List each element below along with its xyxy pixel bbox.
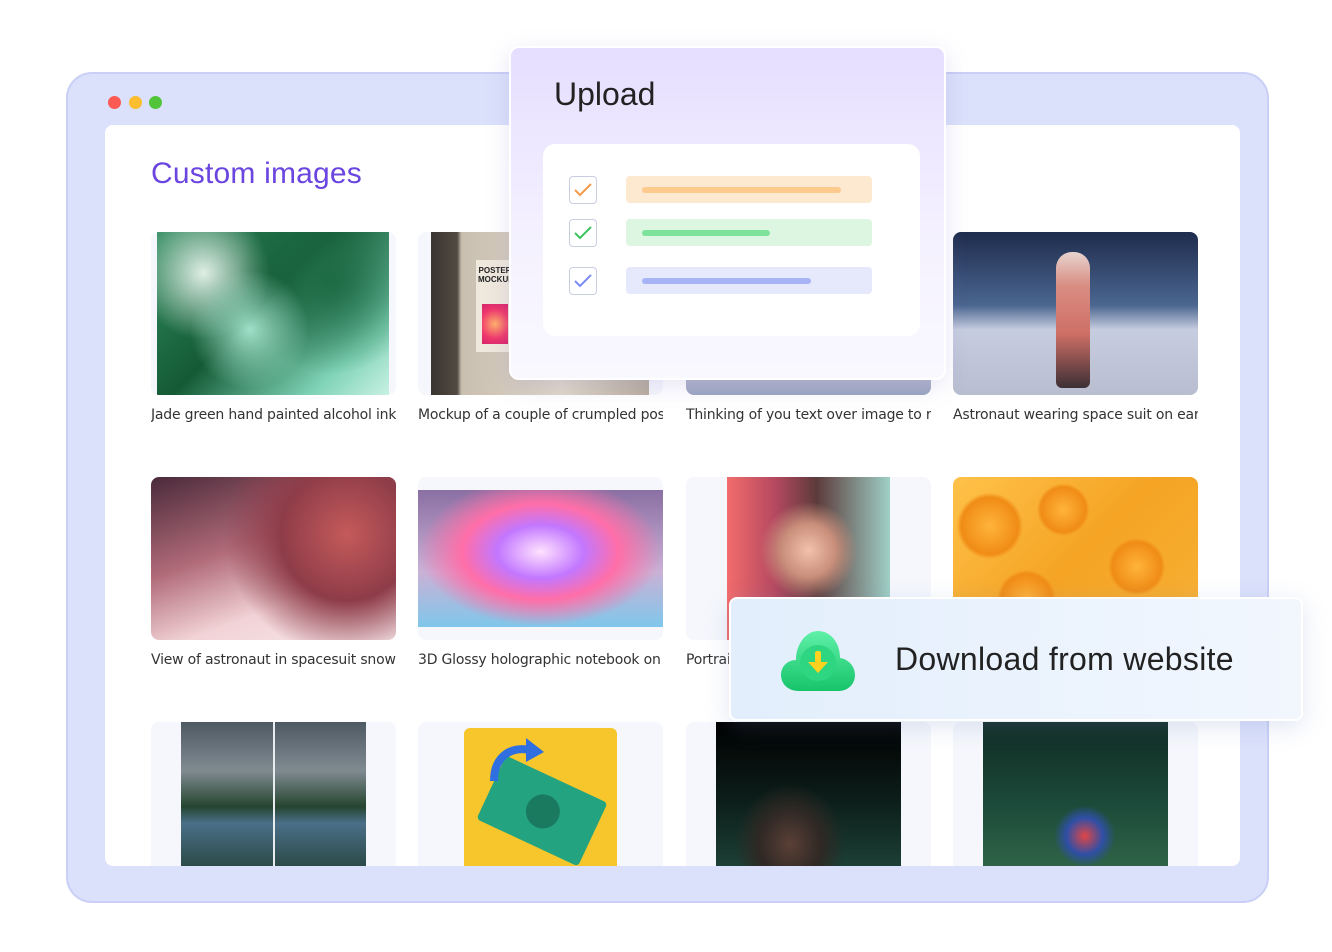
image-thumbnail[interactable] [953,232,1198,395]
poster-text: POSTER MOCKUP [478,266,514,284]
upload-progress-fill [642,187,841,193]
astronaut-figure [1056,252,1090,388]
image-card[interactable] [953,722,1198,866]
upload-progress-bar [626,219,872,246]
image-caption: Jade green hand painted alcohol ink ... [151,407,396,423]
upload-panel: Upload [509,46,946,380]
checkbox[interactable] [569,176,597,204]
close-window-button[interactable] [108,96,121,109]
astronaut-snowboard-image [151,477,396,640]
upload-row [569,176,874,204]
checkmark-icon [574,226,592,240]
image-thumbnail[interactable] [418,722,663,866]
image-card[interactable]: Jade green hand painted alcohol ink ... [151,232,396,423]
page-title: Custom images [151,157,363,190]
image-card[interactable] [151,722,396,866]
image-thumbnail[interactable] [151,722,396,866]
download-panel[interactable]: Download from website [729,597,1303,721]
image-thumbnail[interactable] [151,232,396,395]
astronaut-image [953,232,1198,395]
image-caption: View of astronaut in spacesuit snowb... [151,652,396,668]
image-card[interactable] [686,722,931,866]
maximize-window-button[interactable] [149,96,162,109]
download-label: Download from website [895,641,1234,677]
money-exchange-image [464,728,617,866]
mountain-lake-image [181,722,366,866]
image-thumbnail[interactable] [686,722,931,866]
arrow-icon [490,738,544,782]
checkmark-icon [574,274,592,288]
cloud-download-icon [781,631,855,691]
image-caption: Astronaut wearing space suit on earth [953,407,1198,423]
upload-title: Upload [554,76,656,112]
checkbox[interactable] [569,219,597,247]
image-caption: 3D Glossy holographic notebook on ... [418,652,663,668]
image-card[interactable]: View of astronaut in spacesuit snowb... [151,477,396,668]
green-alcohol-ink-image [157,232,389,395]
upload-list [543,144,920,336]
checkbox[interactable] [569,267,597,295]
upload-progress-bar [626,267,872,294]
image-thumbnail[interactable] [953,722,1198,866]
upload-row [569,219,874,247]
image-card[interactable]: 3D Glossy holographic notebook on ... [418,477,663,668]
upload-progress-bar [626,176,872,203]
image-caption: Mockup of a couple of crumpled pos... [418,407,663,423]
coffee-cup-image [716,722,901,866]
checkmark-icon [574,183,592,197]
minimize-window-button[interactable] [129,96,142,109]
image-card[interactable]: Astronaut wearing space suit on earth [953,232,1198,423]
upload-progress-fill [642,278,811,284]
upload-row [569,267,874,295]
parrot-jungle-image [983,722,1168,866]
image-thumbnail[interactable] [418,477,663,640]
holographic-notebook-image [418,490,663,627]
image-card[interactable] [418,722,663,866]
upload-progress-fill [642,230,770,236]
image-thumbnail[interactable] [151,477,396,640]
image-caption: Thinking of you text over image to re... [686,407,931,423]
